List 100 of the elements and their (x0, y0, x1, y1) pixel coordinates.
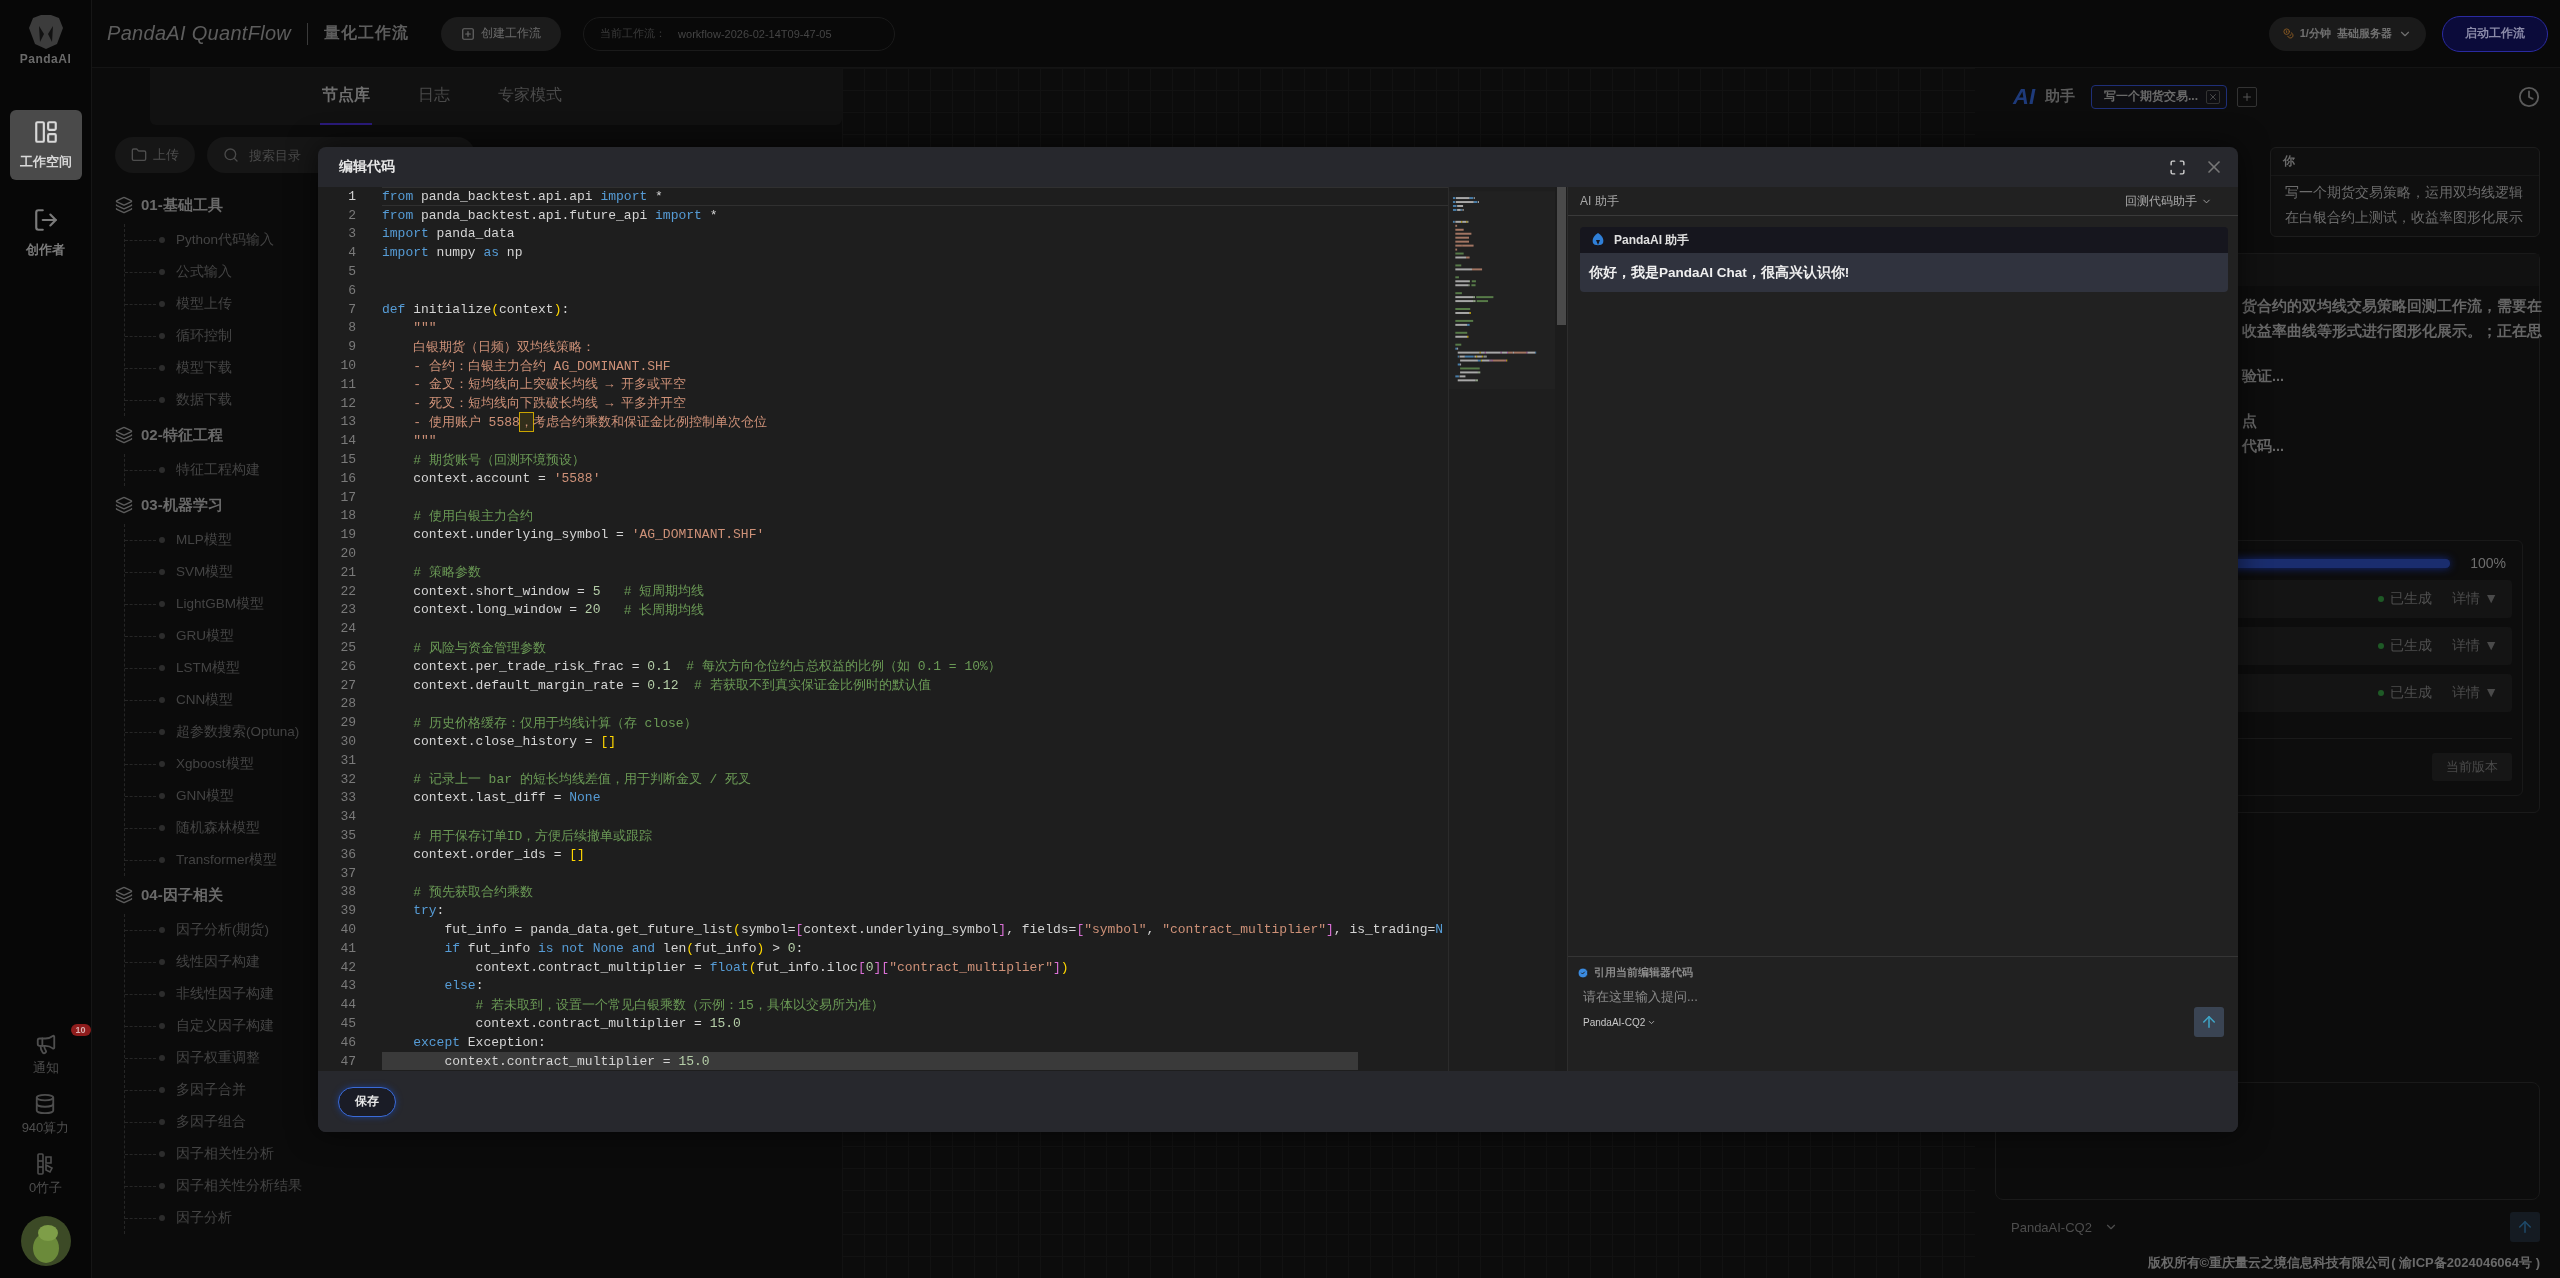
line-number: 12 (339, 395, 356, 411)
code-line: fut_info = panda_data.get_future_list(symbol=[context.underlying_symbol], fields=["symbol", "contract_multiplier"], is_trading=N (443, 920, 1445, 939)
code-line: context.order_ids = [] (412, 845, 586, 864)
line-number: 47 (339, 1053, 356, 1069)
model-select[interactable]: PandaAI-CQ2 (1577, 1015, 1663, 1029)
create-workflow-button[interactable]: 创建工作流 (441, 16, 562, 51)
app-subtitle: 量化工作流 (324, 23, 410, 43)
line-number: 26 (339, 658, 356, 674)
node-dot (159, 1215, 165, 1221)
line-number: 35 (339, 828, 356, 843)
node-dot (159, 1087, 165, 1093)
plus-icon (2241, 90, 2253, 103)
group-title[interactable]: 04-因子相关 (141, 885, 223, 905)
code-line: # 期货账号（回测环境预设） (412, 451, 586, 469)
mode-select[interactable]: 回测代码助手 (2119, 191, 2218, 211)
send-button[interactable] (2194, 1007, 2224, 1037)
database-icon (34, 1093, 57, 1115)
start-workflow-button[interactable]: 启动工作流 (2442, 15, 2548, 52)
save-button[interactable]: 保存 (338, 1086, 396, 1117)
status-dot (2378, 643, 2385, 649)
avatar[interactable] (20, 1216, 71, 1266)
code-line: # 用于保存订单ID，方便后续撤单或跟踪 (412, 827, 654, 845)
code-line: context.per_trade_risk_frac = 0.1 # 每次方向仓位约占总权益的比例（如 0.1 = 10%） (412, 657, 1002, 676)
message-text: 写一个期货交易策略，运用双均线逻辑在白银合约上测试，收益率图形化展示 (2284, 183, 2524, 227)
line-number: 4 (347, 245, 356, 261)
close-button[interactable] (2206, 89, 2220, 104)
model-select[interactable]: PandaAI-CQ2 (2005, 1218, 2124, 1236)
node-dot (159, 959, 165, 965)
line-number: 34 (339, 809, 356, 825)
layers-icon (115, 496, 133, 514)
tab[interactable]: 节点库 (320, 68, 372, 125)
rail-tool[interactable]: 0竹子 (22, 1152, 69, 1198)
count-badge: 10 (70, 1024, 91, 1036)
layout-icon (32, 119, 59, 145)
line-number: 46 (339, 1034, 356, 1050)
code-line: context.contract_multiplier = float(fut_info.iloc[0]["contract_multiplier"]) (474, 958, 1070, 977)
server-select[interactable]: 1/分钟 基础服务器 (2268, 16, 2426, 51)
node-dot (159, 569, 165, 575)
group-title[interactable]: 01-基础工具 (141, 195, 223, 215)
checkbox[interactable] (1577, 967, 1589, 979)
code-line: except Exception: (412, 1033, 547, 1052)
fullscreen-icon (2169, 158, 2186, 176)
tab[interactable]: 日志 (416, 68, 452, 125)
line-number: 19 (339, 527, 356, 543)
code-line: # 使用白银主力合约 (412, 507, 534, 526)
history-icon[interactable] (2518, 85, 2540, 108)
code-line: context.close_history = [] (412, 733, 618, 751)
node-dot (159, 991, 165, 997)
field-value: workflow-2026-02-14T09-47-05 (678, 27, 832, 40)
line-number: 14 (339, 433, 356, 449)
line-number: 20 (339, 546, 356, 562)
tab[interactable]: 专家模式 (496, 68, 564, 125)
code-line: context.long_window = 20 # 长周期均线 (412, 601, 706, 620)
group-title[interactable]: 03-机器学习 (141, 495, 223, 515)
code-editor[interactable] (318, 187, 1448, 1071)
chat-tab[interactable]: 写一个期货交易... (2091, 84, 2227, 109)
line-number: 45 (339, 1015, 356, 1031)
node-dot (159, 467, 165, 473)
node-dot (159, 665, 165, 671)
line-number: 3 (347, 226, 356, 242)
reply-text: 点 (2242, 412, 2258, 431)
node-dot (159, 761, 165, 767)
code-line: context.contract_multiplier = 15.0 (474, 1014, 742, 1033)
line-number: 42 (339, 959, 356, 975)
nav-item[interactable]: 创作者 (9, 198, 82, 268)
logo-icon (26, 14, 65, 50)
ai-logo: AI (2013, 83, 2035, 110)
fullscreen-button[interactable] (2169, 158, 2186, 176)
node-dot (159, 237, 165, 243)
send-button[interactable] (2510, 1212, 2540, 1242)
brand-title: PandaAI QuantFlow (107, 22, 292, 45)
node-dot (159, 825, 165, 831)
node-dot (159, 927, 165, 933)
search-icon (223, 147, 239, 163)
line-number: 30 (339, 734, 356, 749)
code-line: if fut_info is not None and len(fut_info) > 0: (443, 939, 805, 958)
line-number: 11 (339, 376, 356, 392)
line-number: 43 (339, 978, 356, 994)
code-line: - 金叉：短均线向上突破长均线 → 开多或平空 (412, 376, 688, 394)
line-number: 38 (339, 884, 356, 900)
line-number: 15 (339, 452, 356, 468)
add-button[interactable] (2237, 86, 2257, 107)
scrollbar-thumb[interactable] (1557, 187, 1566, 325)
rail-tool[interactable]: 940算力 (15, 1092, 76, 1138)
line-number: 37 (339, 865, 356, 881)
code-line: context.underlying_symbol = 'AG_DOMINANT.SHF' (412, 526, 766, 545)
question-input[interactable]: 请在这里输入提问... (1577, 988, 2224, 1005)
greeting-text: 你好，我是PandaAI Chat，很高兴认识你! (1580, 253, 2228, 292)
node-dot (159, 601, 165, 607)
line-number: 5 (347, 264, 356, 280)
reply-text: 验证... (2242, 367, 2286, 386)
nav-item[interactable]: 工作空间 (9, 110, 82, 180)
code-line: import panda_data (382, 225, 516, 244)
line-number: 18 (339, 508, 356, 524)
line-number: 40 (339, 921, 356, 937)
line-number: 6 (347, 282, 356, 298)
group-title[interactable]: 02-特征工程 (141, 425, 223, 445)
exit-icon (32, 207, 59, 233)
dialog-title: 编辑代码 (339, 158, 395, 176)
coins-icon (2282, 28, 2294, 39)
